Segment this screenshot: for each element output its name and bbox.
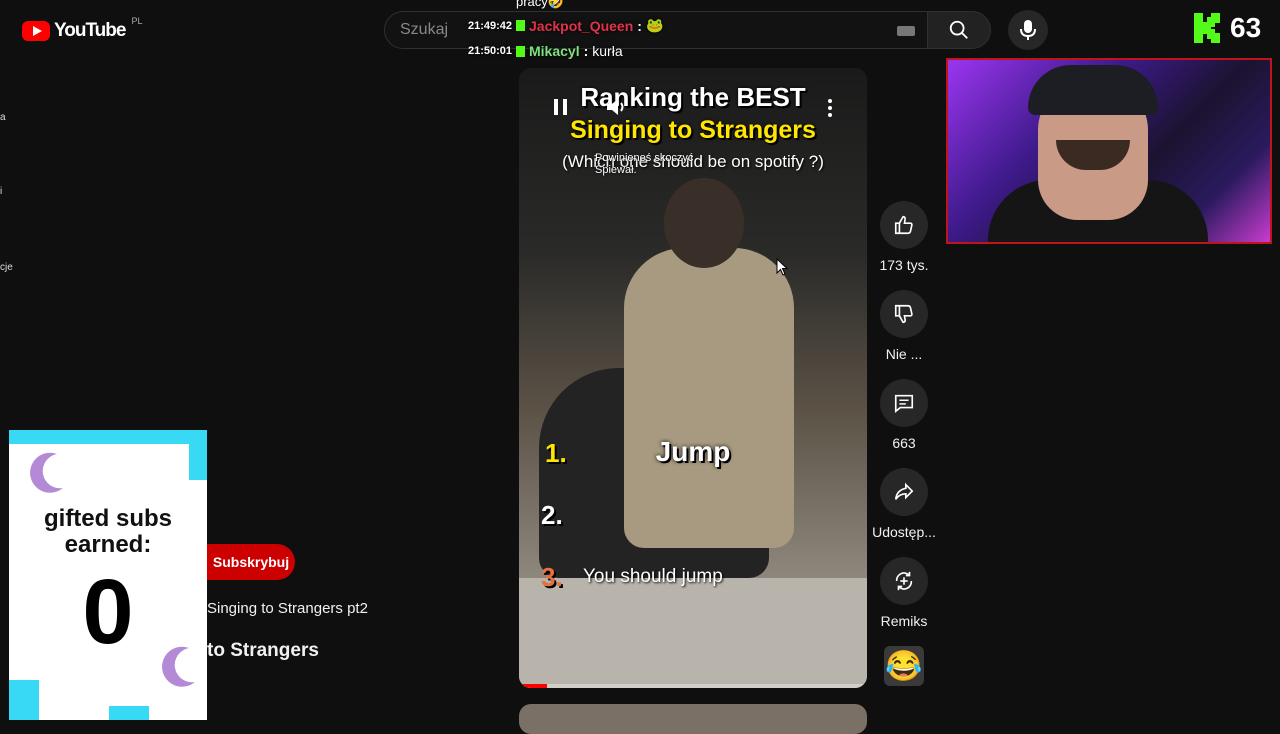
streamer-webcam xyxy=(946,58,1272,244)
comments-count: 663 xyxy=(892,435,916,451)
gifted-title: gifted subs earned: xyxy=(43,505,172,558)
rank-number: 2. xyxy=(541,500,563,530)
region-code: PL xyxy=(131,16,143,26)
viewer-count: 63 xyxy=(1230,12,1262,43)
next-short-preview[interactable] xyxy=(519,704,867,734)
rank-label: Jump xyxy=(655,436,731,467)
comments-button[interactable]: 663 xyxy=(880,379,928,451)
logo-text: YouTube xyxy=(54,20,126,41)
decor-stripe xyxy=(109,706,149,720)
webcam-cap xyxy=(1028,65,1158,115)
decor-stripe xyxy=(189,430,207,480)
youtube-logo[interactable]: YouTube PL xyxy=(22,16,142,42)
chat-username: Mikacyl xyxy=(529,43,580,59)
share-button[interactable]: Udostęp... xyxy=(872,468,936,540)
mouse-cursor-icon xyxy=(776,257,789,281)
video-progress-fill xyxy=(519,684,547,688)
more-options-button[interactable] xyxy=(827,98,833,123)
remix-label: Remiks xyxy=(880,613,928,629)
decor-stripe xyxy=(9,430,207,444)
rank-number: 3. xyxy=(541,562,563,592)
sidebar-item-fragment[interactable]: cje xyxy=(0,262,13,273)
gifted-count: 0 xyxy=(82,561,134,663)
search-button[interactable] xyxy=(927,11,991,49)
chat-text: 🐸 xyxy=(645,17,664,33)
chat-partial-message: pracy🤣 xyxy=(516,0,564,9)
dislike-label: Nie ... xyxy=(885,346,923,362)
youtube-play-icon xyxy=(22,21,50,41)
decor-stripe xyxy=(9,680,39,720)
volume-icon xyxy=(607,99,624,115)
remix-button[interactable]: Remiks xyxy=(880,557,928,629)
donation-text: Śpiewał. xyxy=(595,164,637,176)
chat-timestamp: 21:49:42 xyxy=(468,19,513,32)
sound-avatar[interactable]: 😂 xyxy=(884,646,924,686)
search-input[interactable]: Szukaj xyxy=(400,21,448,39)
voice-search-button[interactable] xyxy=(1008,10,1048,50)
kick-logo-icon xyxy=(1194,13,1220,43)
thumbs-down-icon xyxy=(894,304,913,324)
chat-message: 21:49:42 Jackpot_Queen: 🐸 xyxy=(468,17,664,34)
chat-username: Jackpot_Queen xyxy=(529,17,634,34)
keyboard-icon[interactable] xyxy=(897,26,915,36)
shorts-video-player[interactable]: Ranking the BEST Singing to Strangers (W… xyxy=(519,68,867,688)
crescent-icon xyxy=(30,452,63,493)
chat-message: 21:50:01 Mikacyl: kurła xyxy=(468,43,623,59)
video-description-line: Singing to Strangers pt2 xyxy=(207,600,368,617)
video-frame-head xyxy=(664,178,744,268)
dislike-button[interactable]: Nie ... xyxy=(880,290,928,362)
video-progress-bar[interactable] xyxy=(519,684,867,688)
kick-badge-icon xyxy=(516,20,525,31)
subscribe-button[interactable]: Subskrybuj xyxy=(207,544,295,580)
kick-badge-icon xyxy=(516,45,525,57)
more-vert-icon xyxy=(828,99,832,117)
share-icon xyxy=(894,482,914,500)
laughing-face-icon: 😂 xyxy=(885,649,923,683)
gifted-subs-widget: gifted subs earned: 0 xyxy=(9,430,207,720)
comment-icon xyxy=(894,394,914,413)
chat-timestamp: 21:50:01 xyxy=(468,45,513,57)
volume-button[interactable] xyxy=(605,96,629,123)
sidebar-item-fragment[interactable]: i xyxy=(0,186,2,197)
like-count: 173 tys. xyxy=(879,257,929,273)
like-button[interactable]: 173 tys. xyxy=(879,201,929,273)
donation-overlay: Powinieneś skoczyć Śpiewał. xyxy=(595,152,693,176)
thumbs-up-icon xyxy=(894,215,913,235)
remix-icon xyxy=(895,571,913,591)
video-title-partial[interactable]: to Strangers xyxy=(207,640,319,662)
share-label: Udostęp... xyxy=(872,524,936,540)
donation-text: Powinieneś skoczyć xyxy=(595,152,694,164)
search-icon xyxy=(949,20,968,39)
kick-viewer-counter: 63 xyxy=(1194,12,1261,44)
video-title-line1: Ranking the BEST xyxy=(580,82,806,112)
pause-button[interactable] xyxy=(553,98,569,121)
pause-icon xyxy=(554,99,567,115)
sidebar-item-fragment[interactable]: a xyxy=(0,112,6,123)
video-frame-person xyxy=(624,248,794,548)
video-title-line2: Singing to Strangers xyxy=(570,116,816,144)
rank-label: You should jump xyxy=(583,566,723,587)
chat-text: kurła xyxy=(592,43,623,59)
video-frame-wall xyxy=(519,578,867,688)
microphone-icon xyxy=(1020,20,1036,40)
